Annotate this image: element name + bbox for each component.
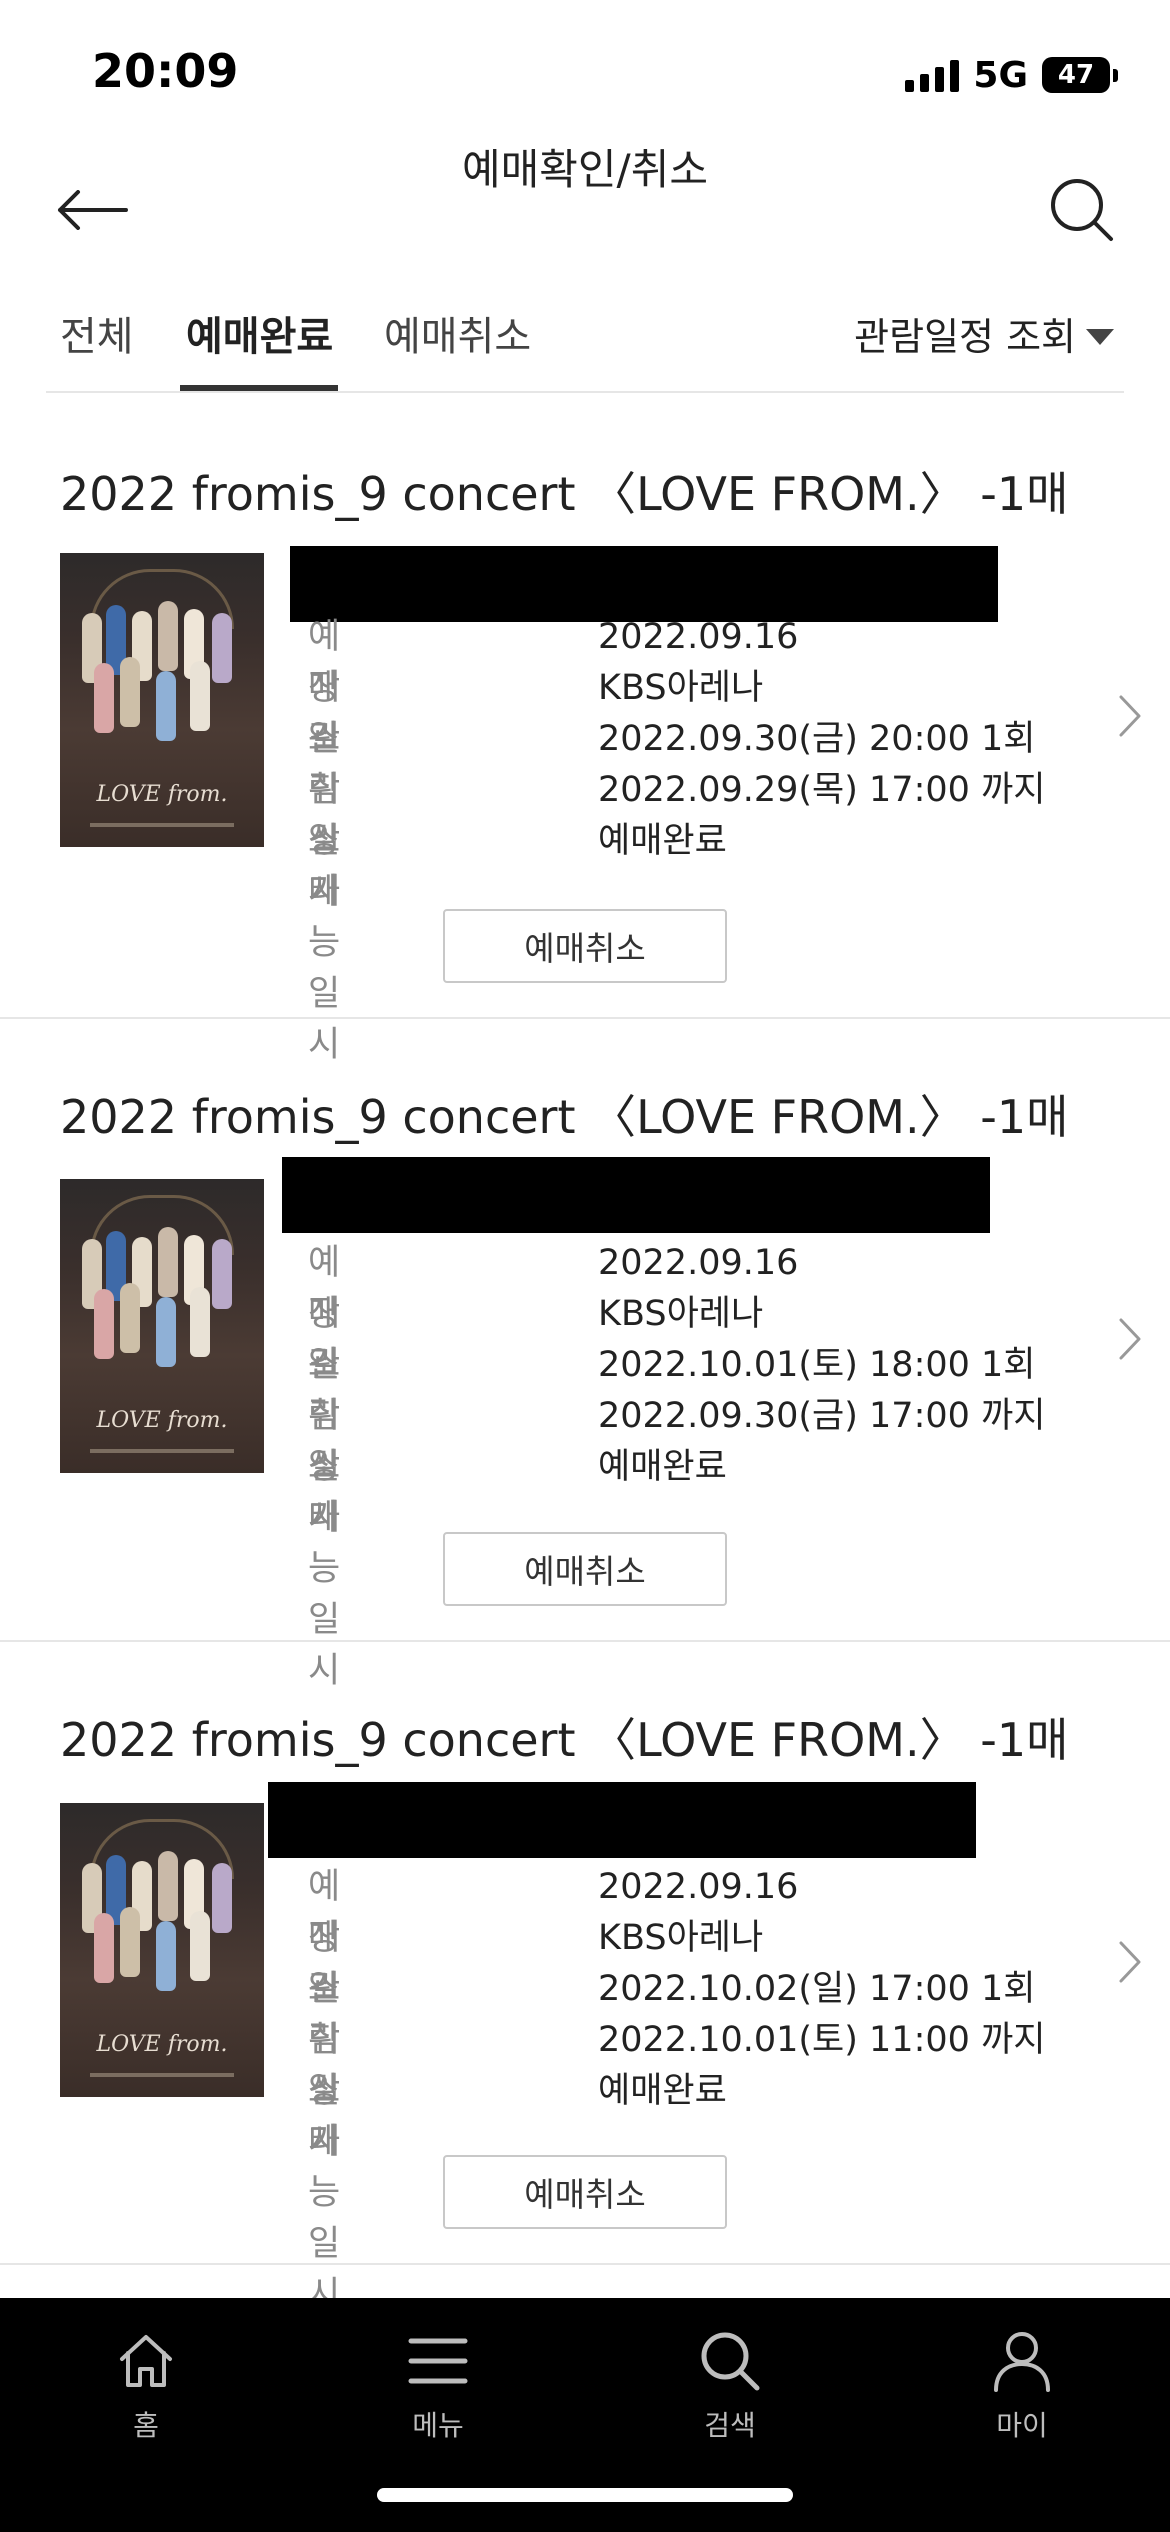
home-icon [111, 2326, 181, 2396]
nav-my-label: 마이 [996, 2409, 1048, 2442]
detail-value: 예매완료 [598, 821, 727, 861]
network-type: 5G [973, 54, 1028, 96]
search-icon [1051, 179, 1113, 241]
detail-value: 2022.09.16 [598, 1867, 799, 1907]
chevron-right-icon[interactable] [1112, 1937, 1148, 1987]
status-indicators: 5G 47 [905, 50, 1118, 100]
nav-my[interactable]: 마이 [942, 2326, 1102, 2444]
detail-value: 2022.09.16 [598, 617, 799, 657]
poster-logo: LOVE from. [96, 1408, 228, 1433]
detail-value: KBS아레나 [598, 1294, 764, 1334]
status-bar: 20:09 5G 47 [0, 0, 1170, 140]
detail-value: 2022.10.01(토) 11:00 까지 [598, 2020, 1046, 2060]
page-title: 예매확인/취소 [462, 145, 708, 194]
home-indicator[interactable] [377, 2488, 793, 2502]
detail-value: 2022.09.16 [598, 1243, 799, 1283]
poster-logo: LOVE from. [96, 2032, 228, 2057]
search-button[interactable] [1042, 170, 1122, 250]
booking-title: 2022 fromis_9 concert 〈LOVE FROM.〉 -1매 [60, 1713, 1069, 1767]
tab-all[interactable]: 전체 [60, 313, 134, 393]
tab-cancelled[interactable]: 예매취소 [384, 313, 531, 393]
booking-title: 2022 fromis_9 concert 〈LOVE FROM.〉 -1매 [60, 1090, 1069, 1144]
nav-search-label: 검색 [704, 2409, 756, 2442]
concert-poster-image: LOVE from. [60, 1803, 264, 2097]
redacted-block [268, 1782, 976, 1858]
detail-value: 2022.09.30(금) 20:00 1회 [598, 719, 1036, 759]
status-time: 20:09 [92, 44, 239, 98]
caret-down-icon [1086, 329, 1114, 345]
menu-icon [403, 2326, 473, 2396]
page-header: 예매확인/취소 [0, 140, 1170, 270]
booking-card[interactable]: 2022 fromis_9 concert 〈LOVE FROM.〉 -1매 L… [0, 1019, 1170, 1691]
schedule-filter-label: 관람일정 조회 [854, 315, 1076, 359]
nav-menu-label: 메뉴 [412, 2409, 464, 2442]
tab-bar: 전체 예매완료 예매취소 관람일정 조회 [46, 295, 1124, 393]
detail-value: KBS아레나 [598, 668, 764, 708]
detail-value: 2022.10.02(일) 17:00 1회 [598, 1969, 1036, 2009]
active-tab-indicator [180, 385, 338, 391]
concert-poster-image: LOVE from. [60, 1179, 264, 1473]
detail-label: 상태 [308, 1447, 341, 1538]
search-icon [695, 2326, 765, 2396]
detail-label: 취소가능일시 [308, 2020, 341, 2315]
signal-icon [905, 58, 960, 92]
booking-card[interactable]: 2022 fromis_9 concert 〈LOVE FROM.〉 -1매 L… [0, 1642, 1170, 2315]
chevron-right-icon[interactable] [1112, 691, 1148, 741]
cancel-booking-button[interactable]: 예매취소 [443, 1532, 727, 1606]
nav-menu[interactable]: 메뉴 [358, 2326, 518, 2444]
tab-completed[interactable]: 예매완료 [186, 313, 333, 393]
chevron-right-icon[interactable] [1112, 1314, 1148, 1364]
battery-icon: 47 [1042, 57, 1118, 93]
redacted-block [290, 546, 998, 622]
detail-value: 예매완료 [598, 2071, 727, 2111]
detail-label: 상태 [308, 2071, 341, 2162]
booking-title: 2022 fromis_9 concert 〈LOVE FROM.〉 -1매 [60, 467, 1069, 521]
poster-logo: LOVE from. [96, 782, 228, 807]
nav-home-label: 홈 [133, 2409, 159, 2442]
cancel-booking-button[interactable]: 예매취소 [443, 909, 727, 983]
nav-search[interactable]: 검색 [650, 2326, 810, 2444]
detail-value: 2022.09.30(금) 17:00 까지 [598, 1396, 1046, 1436]
redacted-block [282, 1157, 990, 1233]
detail-value: 예매완료 [598, 1447, 727, 1487]
nav-home[interactable]: 홈 [66, 2326, 226, 2444]
detail-value: 2022.09.29(목) 17:00 까지 [598, 770, 1046, 810]
person-icon [987, 2326, 1057, 2396]
schedule-filter-dropdown[interactable]: 관람일정 조회 [854, 313, 1114, 361]
detail-label: 상태 [308, 821, 341, 912]
detail-value: KBS아레나 [598, 1918, 764, 1958]
concert-poster-image: LOVE from. [60, 553, 264, 847]
battery-level: 47 [1042, 57, 1110, 93]
cancel-booking-button[interactable]: 예매취소 [443, 2155, 727, 2229]
detail-value: 2022.10.01(토) 18:00 1회 [598, 1345, 1036, 1385]
booking-card[interactable]: 2022 fromis_9 concert 〈LOVE FROM.〉 -1매 L… [0, 396, 1170, 1065]
